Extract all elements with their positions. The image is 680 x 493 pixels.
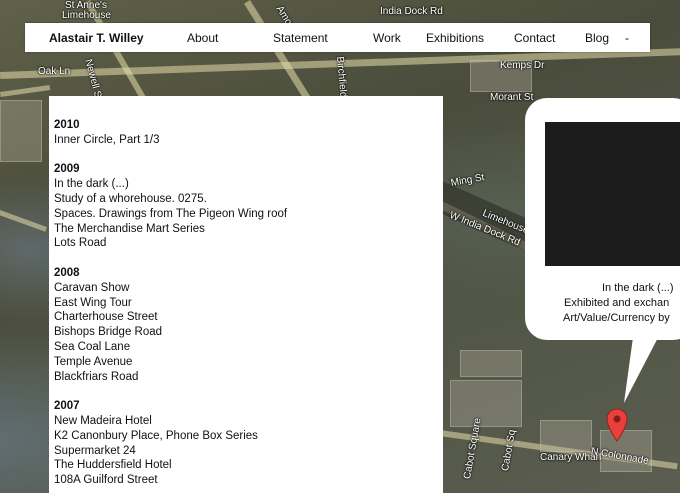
- map-label: Oak Ln: [38, 66, 71, 77]
- work-link[interactable]: Sea Coal Lane: [54, 340, 443, 355]
- year-group: 2008 Caravan Show East Wing Tour Charterhou…: [54, 266, 443, 384]
- works-list: 2010 Inner Circle, Part 1/3 2009 In the dar…: [49, 96, 443, 488]
- map-label: Morant St: [490, 92, 534, 103]
- work-link[interactable]: Caravan Show: [54, 281, 443, 296]
- work-link[interactable]: K2 Canonbury Place, Phone Box Series: [54, 429, 443, 444]
- year-heading: 2010: [54, 119, 80, 131]
- works-list-panel: 2010 Inner Circle, Part 1/3 2009 In the dar…: [49, 96, 443, 493]
- nav-statement[interactable]: Statement: [273, 31, 328, 45]
- bubble-caption-title: In the dark (...): [602, 282, 674, 294]
- bubble-caption-line: Exhibited and exchan: [564, 297, 670, 309]
- top-navigation: Alastair T. Willey About Statement Work …: [25, 23, 650, 52]
- work-link[interactable]: Charterhouse Street: [54, 310, 443, 325]
- work-link[interactable]: Bishops Bridge Road: [54, 325, 443, 340]
- work-link[interactable]: The Merchandise Mart Series: [54, 222, 443, 237]
- year-heading: 2008: [54, 266, 80, 279]
- map-label: Cabot Sq: [500, 428, 519, 472]
- work-link[interactable]: East Wing Tour: [54, 296, 443, 311]
- work-link[interactable]: Temple Avenue: [54, 355, 443, 370]
- map-label: India Dock Rd: [380, 6, 443, 17]
- work-link[interactable]: Lots Road: [54, 236, 443, 251]
- map-info-bubble: In the dark (...) Exhibited and exchan A…: [525, 98, 680, 340]
- bubble-caption-line: Art/Value/Currency by: [563, 312, 670, 324]
- year-group: 2007 New Madeira Hotel K2 Canonbury Place,…: [54, 399, 443, 488]
- year-group: 2010 Inner Circle, Part 1/3: [54, 118, 443, 148]
- work-link[interactable]: Inner Circle, Part 1/3: [54, 133, 443, 148]
- nav-blog[interactable]: Blog: [585, 31, 609, 45]
- nav-exhibitions[interactable]: Exhibitions: [426, 31, 484, 45]
- work-link[interactable]: Supermarket 24: [54, 444, 443, 459]
- year-heading: 2007: [54, 400, 80, 413]
- nav-work[interactable]: Work: [373, 31, 401, 45]
- work-link[interactable]: Study of a whorehouse. 0275.: [54, 192, 443, 207]
- work-link[interactable]: In the dark (...): [54, 177, 443, 192]
- nav-about[interactable]: About: [187, 31, 218, 45]
- work-link[interactable]: New Madeira Hotel: [54, 414, 443, 429]
- site-title[interactable]: Alastair T. Willey: [49, 31, 144, 45]
- work-link[interactable]: The Huddersfield Hotel: [54, 458, 443, 473]
- work-link[interactable]: Blackfriars Road: [54, 370, 443, 385]
- map-label: Kemps Dr: [500, 60, 545, 71]
- map-pin-icon[interactable]: [606, 408, 628, 442]
- work-link[interactable]: Spaces. Drawings from The Pigeon Wing ro…: [54, 207, 443, 222]
- year-group: 2009 In the dark (...) Study of a whorehou…: [54, 162, 443, 251]
- nav-contact[interactable]: Contact: [514, 31, 555, 45]
- map-label: Limehouse: [62, 10, 111, 21]
- map-label: Ming St: [450, 172, 486, 189]
- video-thumbnail[interactable]: [545, 122, 680, 266]
- work-link[interactable]: 108A Guilford Street: [54, 473, 443, 488]
- year-heading: 2009: [54, 163, 80, 176]
- nav-separator: -: [625, 31, 629, 45]
